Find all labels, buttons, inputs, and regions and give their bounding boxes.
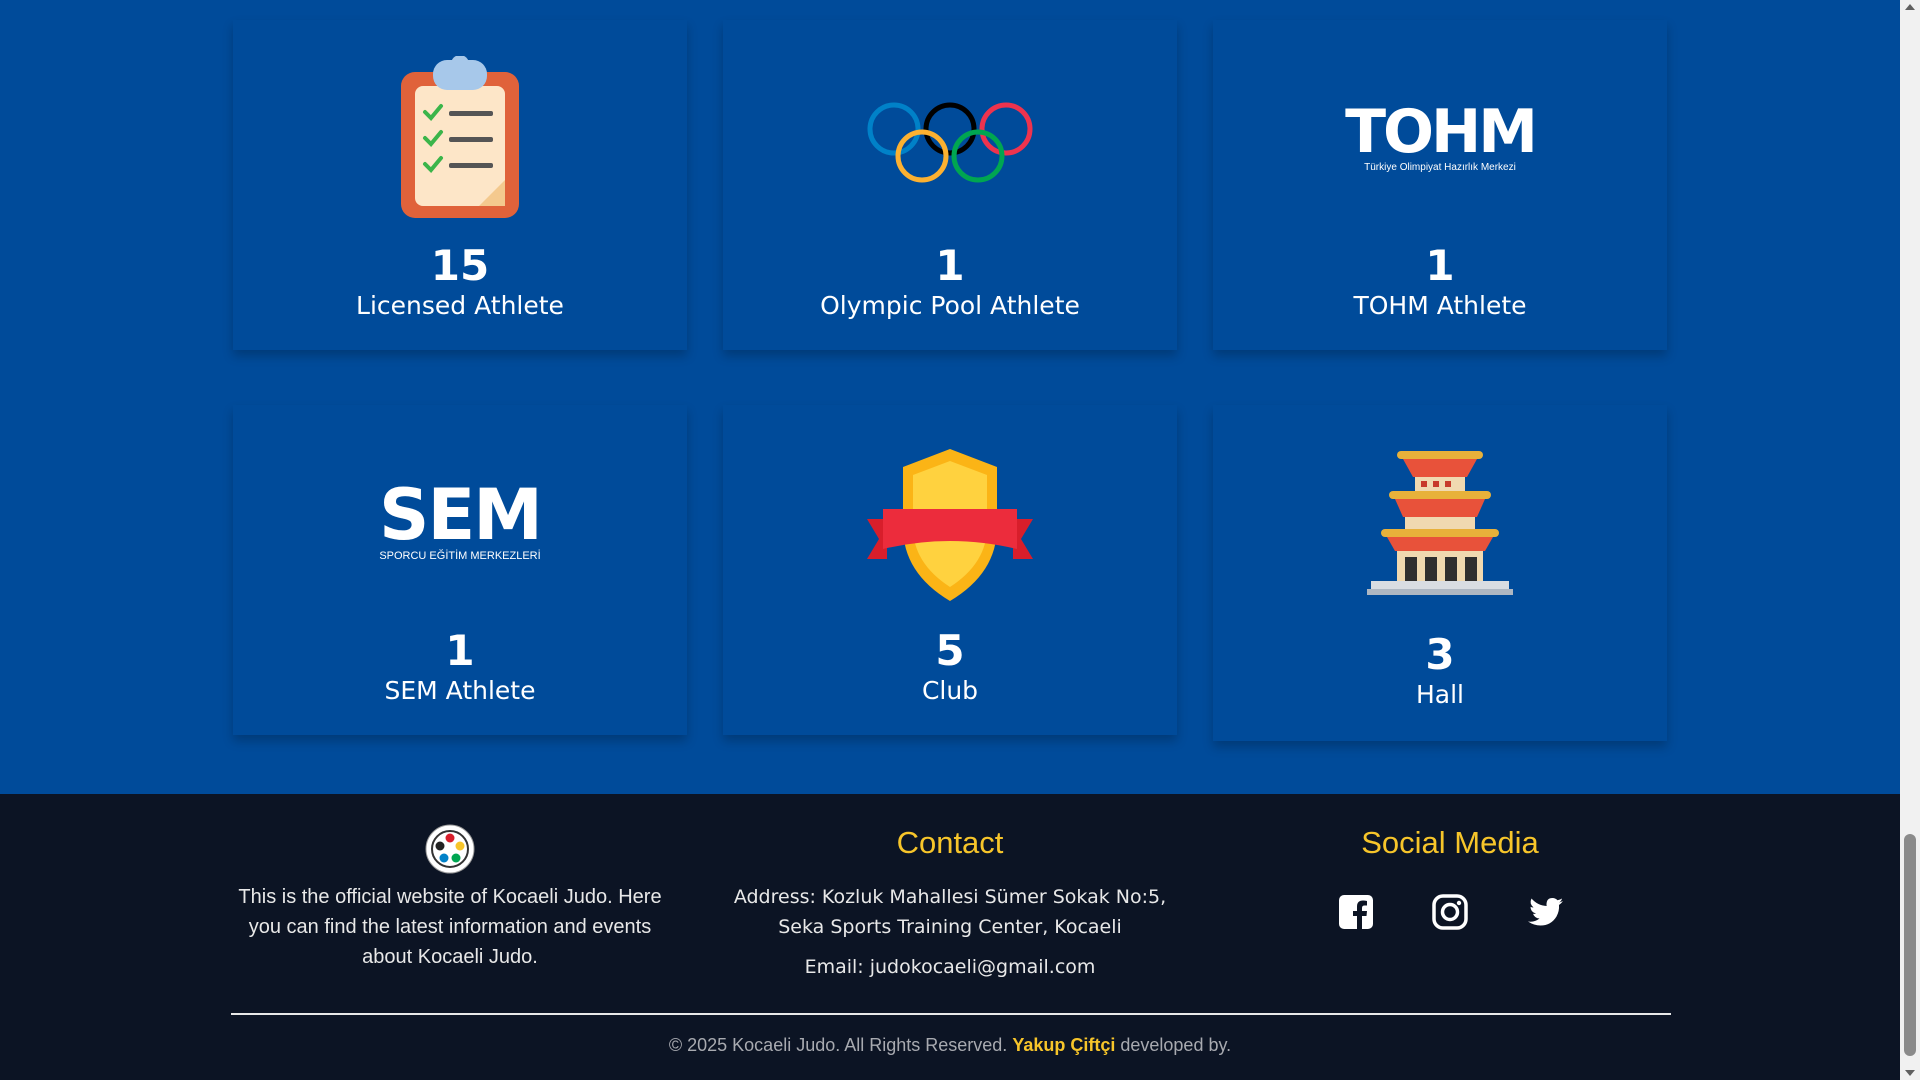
footer-about-text: This is the official website of Kocaeli …: [238, 886, 662, 968]
clipboard-checklist-icon: [233, 56, 687, 220]
sem-logo-subtext: SPORCU EĞİTİM MERKEZLERİ: [379, 550, 541, 562]
footer-social-title: Social Media: [1361, 825, 1539, 860]
stat-card-tohm-athlete: TOHM Türkiye Olimpiyat Hazırlık Merkezi …: [1213, 20, 1667, 350]
contact-email[interactable]: Email: judokocaeli@gmail.com: [720, 952, 1180, 982]
sem-logo-text: SEM: [379, 474, 543, 556]
contact-address-line1: Address: Kozluk Mahallesi Sümer Sokak No…: [733, 886, 1167, 908]
sem-logo-icon: SEM SPORCU EĞİTİM MERKEZLERİ: [233, 474, 687, 563]
stat-label: SEM Athlete: [384, 676, 536, 705]
stat-label: Hall: [1415, 680, 1464, 709]
scroll-down-arrow-icon[interactable]: [1905, 1070, 1915, 1076]
stat-card-hall: 3 Hall: [1213, 405, 1667, 741]
scrollbar-thumb[interactable]: [1904, 834, 1916, 1056]
stat-card-club: 5 Club: [723, 405, 1177, 735]
stat-value: 5: [935, 626, 965, 675]
stat-label: Club: [921, 676, 979, 705]
copyright-text: © 2025 Kocaeli Judo. All Rights Reserved…: [668, 1035, 1008, 1055]
instagram-icon[interactable]: [1432, 894, 1468, 930]
scroll-up-arrow-icon[interactable]: [1905, 4, 1915, 10]
vertical-scrollbar[interactable]: [1900, 0, 1920, 1080]
olympic-rings-icon: [723, 96, 1177, 196]
stat-value: 1: [935, 241, 965, 290]
footer-about: This is the official website of Kocaeli …: [230, 824, 670, 972]
stat-value: 1: [445, 626, 475, 675]
pagoda-hall-icon: [1213, 443, 1667, 599]
stat-card-olympic-pool-athlete: 1 Olympic Pool Athlete: [723, 20, 1177, 350]
copyright-bar: © 2025 Kocaeli Judo. All Rights Reserved…: [0, 1035, 1900, 1056]
stat-card-sem-athlete: SEM SPORCU EĞİTİM MERKEZLERİ 1 SEM Athle…: [233, 405, 687, 735]
stat-card-licensed-athlete: 15 Licensed Athlete: [233, 20, 687, 350]
contact-address-line2: Seka Sports Training Center, Kocaeli: [778, 916, 1122, 938]
tohm-logo-icon: TOHM Türkiye Olimpiyat Hazırlık Merkezi: [1213, 102, 1667, 174]
stat-label: Licensed Athlete: [356, 291, 564, 320]
social-icons: [1230, 894, 1670, 930]
footer-social: Social Media: [1230, 824, 1670, 930]
copyright-suffix: developed by.: [1120, 1035, 1232, 1055]
contact-address: Address: Kozluk Mahallesi Sümer Sokak No…: [720, 882, 1180, 942]
footer-contact-title: Contact: [896, 825, 1004, 860]
facebook-icon[interactable]: [1338, 894, 1374, 930]
tohm-logo-subtext: Türkiye Olimpiyat Hazırlık Merkezi: [1364, 162, 1516, 173]
stat-value: 1: [1425, 241, 1455, 290]
stat-label: Olympic Pool Athlete: [820, 291, 1080, 320]
footer-divider: [231, 1013, 1671, 1015]
stat-value: 3: [1425, 630, 1455, 679]
twitter-icon[interactable]: [1526, 894, 1563, 930]
footer-contact: Contact Address: Kozluk Mahallesi Sümer …: [720, 824, 1180, 982]
tohm-logo-text: TOHM: [1345, 97, 1538, 167]
site-footer: This is the official website of Kocaeli …: [0, 794, 1900, 1080]
shield-badge-icon: [723, 447, 1177, 603]
developer-link[interactable]: Yakup Çiftçi: [1012, 1035, 1115, 1055]
stat-value: 15: [430, 241, 490, 290]
stats-section: 15 Licensed Athlete 1 Olympic Pool Athle…: [0, 0, 1900, 794]
judo-federation-emblem-icon: [230, 824, 670, 874]
stat-label: TOHM Athlete: [1353, 291, 1527, 320]
